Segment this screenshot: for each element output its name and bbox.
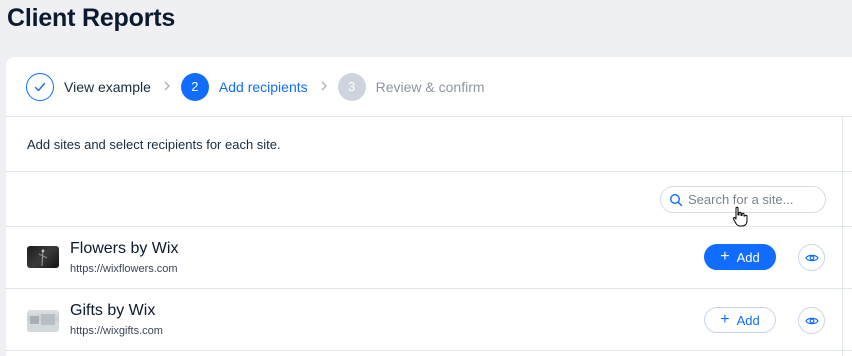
site-url: https://wixflowers.com xyxy=(70,263,178,275)
eye-icon xyxy=(804,317,819,324)
wizard-card: View example 2 Add recipients 3 Review &… xyxy=(6,57,852,356)
stepper: View example 2 Add recipients 3 Review &… xyxy=(6,57,852,117)
site-name: Gifts by Wix xyxy=(70,302,156,319)
step-review-confirm[interactable]: 3 Review & confirm xyxy=(337,72,485,101)
site-thumbnail xyxy=(27,310,59,332)
step-3-circle: 3 xyxy=(337,72,366,101)
chevron-right-icon xyxy=(163,79,171,94)
preview-button[interactable] xyxy=(798,307,825,334)
chevron-right-icon xyxy=(320,79,328,94)
plus-icon: + xyxy=(720,248,730,265)
site-row: Gifts by Wix https://wixgifts.com + Add xyxy=(6,289,852,351)
step-3-label: Review & confirm xyxy=(375,78,485,95)
hand-cursor-icon xyxy=(732,206,748,227)
site-thumbnail xyxy=(27,246,59,268)
preview-button[interactable] xyxy=(798,244,825,271)
check-icon xyxy=(34,82,46,91)
step-2-circle: 2 xyxy=(180,72,209,101)
search-input[interactable] xyxy=(688,192,818,207)
site-url: https://wixgifts.com xyxy=(70,325,163,337)
search-row xyxy=(6,172,852,227)
step-add-recipients[interactable]: 2 Add recipients xyxy=(180,72,308,101)
add-button[interactable]: + Add xyxy=(704,244,776,270)
step-1-circle xyxy=(26,72,54,101)
page-title: Client Reports xyxy=(7,4,176,32)
site-row: Flowers by Wix https://wixflowers.com + … xyxy=(6,227,852,289)
plus-icon: + xyxy=(720,311,730,328)
site-name: Flowers by Wix xyxy=(70,240,179,257)
step-1-label: View example xyxy=(64,78,151,95)
search-icon xyxy=(669,193,683,206)
step-view-example[interactable]: View example xyxy=(26,72,151,101)
add-button-label: Add xyxy=(736,312,760,328)
add-button[interactable]: + Add xyxy=(704,307,776,333)
instructions-text: Add sites and select recipients for each… xyxy=(6,117,852,172)
eye-icon xyxy=(804,254,819,261)
add-button-label: Add xyxy=(736,249,760,265)
step-2-label: Add recipients xyxy=(218,78,308,95)
